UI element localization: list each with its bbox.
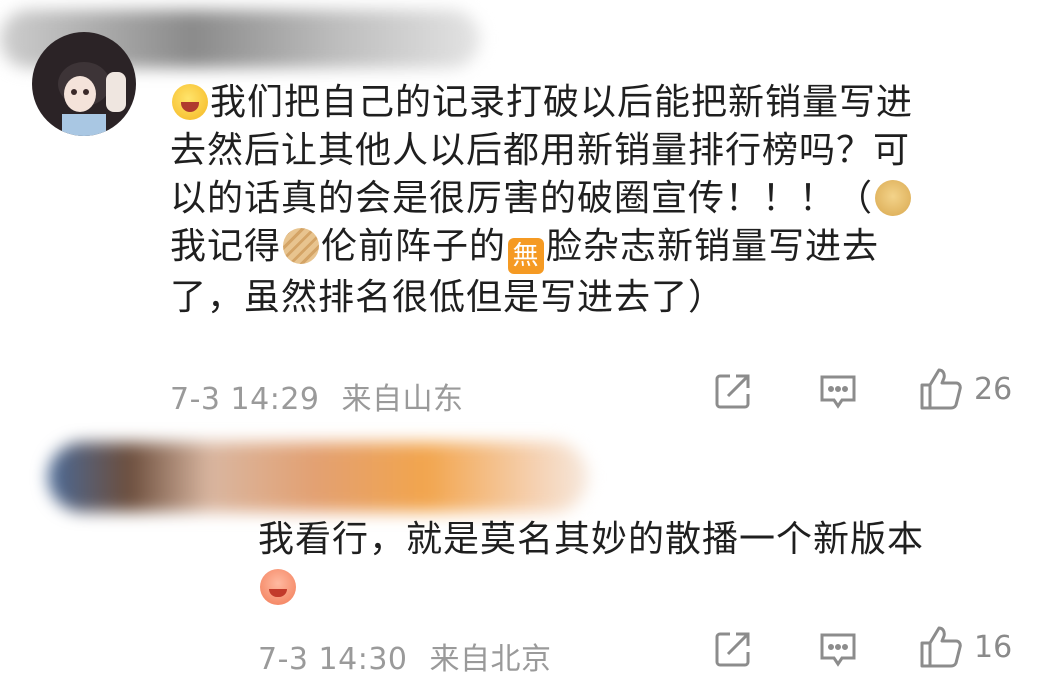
like-button[interactable]: 26: [918, 366, 1012, 412]
reply-button[interactable]: [818, 372, 858, 412]
share-icon: [715, 632, 750, 667]
comment-icon: [820, 633, 856, 667]
comment-meta: 7-3 14:30 来自北京: [258, 634, 552, 678]
thumbs-up-icon: [920, 368, 962, 410]
comment-text-line-3: 以的话真的会是很厉害的破圈宣传！！！（: [170, 178, 874, 219]
like-button[interactable]: 16: [918, 624, 1012, 670]
comment-text-line-1: 我们把自己的记录打破以后能把新销量写进: [210, 82, 914, 123]
comment-2: 我看行，就是莫名其妙的散播一个新版本 7-3 14:30 来自北京 16: [0, 420, 1050, 677]
comment-1: 我们把自己的记录打破以后能把新销量写进 去然后让其他人以后都用新销量排行榜吗？可…: [0, 0, 1050, 430]
like-count: 26: [974, 371, 1013, 407]
comment-text-line-5: 了，虽然排名很低但是写进去了）: [170, 277, 726, 318]
reply-button[interactable]: [818, 630, 858, 670]
comment-text-line-4b: 伦前阵子的: [321, 226, 507, 267]
pancake-emoji-icon: [283, 228, 320, 264]
comment-date: 7-3 14:30: [258, 642, 408, 677]
comment-text-line-1: 我看行，就是莫名其妙的散播一个新版本: [258, 519, 925, 560]
comment-text: 我们把自己的记录打破以后能把新销量写进 去然后让其他人以后都用新销量排行榜吗？可…: [170, 79, 1030, 322]
thumbs-up-icon: [920, 626, 962, 668]
share-button[interactable]: [714, 630, 752, 668]
comment-text-line-2: 去然后让其他人以后都用新销量排行榜吗？可: [170, 130, 911, 171]
happy-emoji-icon: [260, 569, 296, 605]
username-blurred[interactable]: [48, 442, 588, 512]
grin-emoji-icon: [172, 84, 208, 120]
doge-emoji-icon: [875, 180, 912, 216]
comment-meta: 7-3 14:29 来自山东: [170, 374, 464, 418]
wu-badge-icon: 無: [508, 238, 545, 274]
comment-date: 7-3 14:29: [170, 382, 320, 417]
comment-text: 我看行，就是莫名其妙的散播一个新版本: [258, 516, 1038, 612]
share-icon: [715, 374, 750, 409]
comment-location: 来自北京: [429, 642, 552, 677]
comment-text-line-4a: 我记得: [170, 226, 282, 267]
comment-text-line-4c: 脸杂志新销量写进去: [546, 226, 880, 267]
share-button[interactable]: [714, 372, 752, 410]
comment-location: 来自山东: [341, 382, 464, 417]
avatar[interactable]: [32, 32, 136, 136]
like-count: 16: [974, 629, 1013, 665]
comment-icon: [820, 375, 856, 409]
